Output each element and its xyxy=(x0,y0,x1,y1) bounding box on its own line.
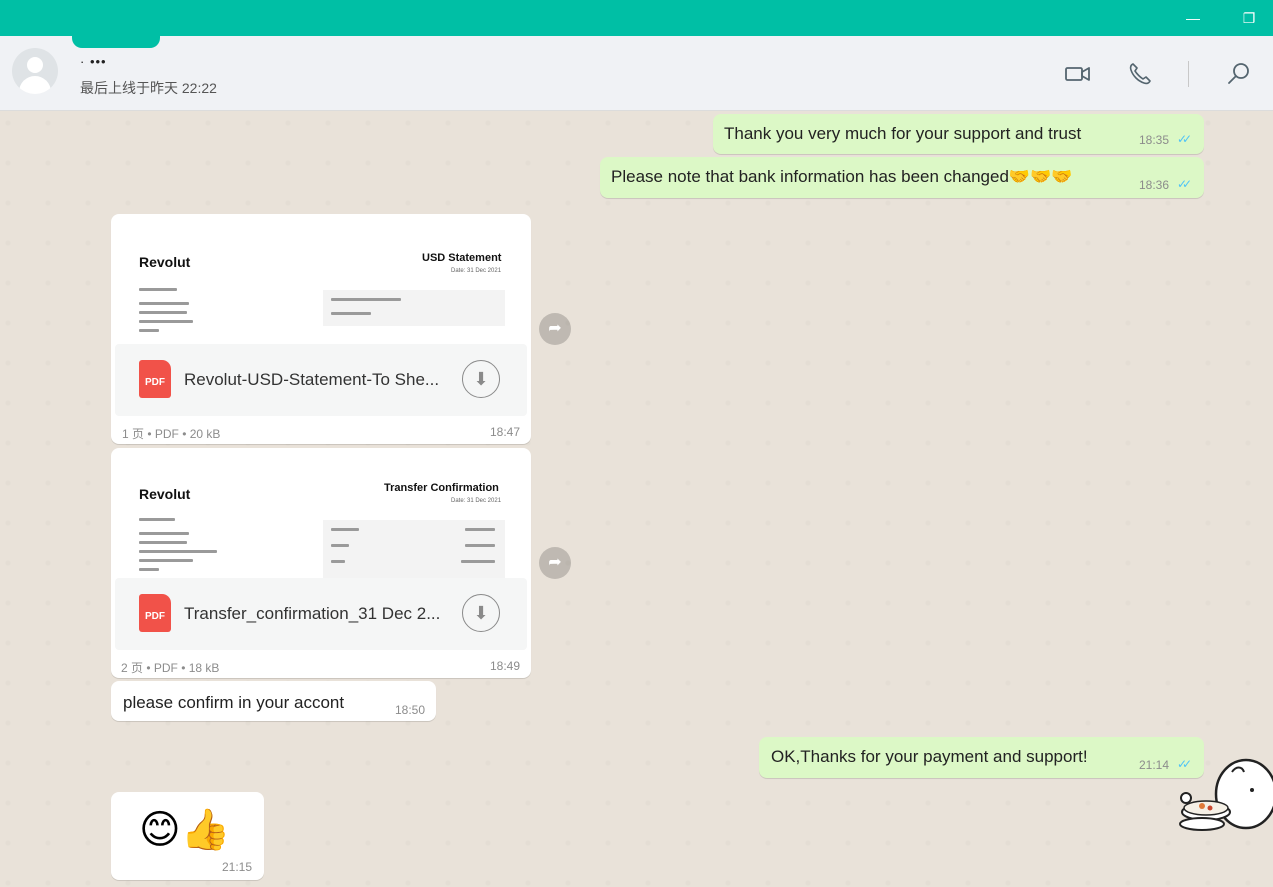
read-receipt-icon: ✓✓ xyxy=(1177,132,1192,146)
last-seen-status: 最后上线于昨天 22:22 xyxy=(80,80,217,96)
document-message[interactable]: Revolut Transfer Confirmation Date: 31 D… xyxy=(111,448,531,678)
message-time: 18:50 xyxy=(395,703,426,717)
download-icon[interactable]: ⬇ xyxy=(462,360,500,398)
message-bubble-outgoing[interactable]: Please note that bank information has be… xyxy=(600,157,1204,198)
preview-title: USD Statement xyxy=(422,252,502,264)
document-message[interactable]: Revolut USD Statement Date: 31 Dec 2021 … xyxy=(111,214,531,444)
message-bubble-outgoing[interactable]: OK,Thanks for your payment and support! … xyxy=(759,737,1204,778)
document-preview[interactable]: Revolut USD Statement Date: 31 Dec 2021 xyxy=(115,218,527,344)
preview-title: Transfer Confirmation xyxy=(384,482,499,494)
message-text: please confirm in your accont xyxy=(123,693,345,712)
message-bubble-incoming[interactable]: 😊👍 21:15 xyxy=(111,792,264,880)
forward-icon[interactable]: ➦ xyxy=(539,313,571,345)
document-file-bar[interactable]: PDF Revolut-USD-Statement-To She... ⬇ xyxy=(115,344,527,416)
message-text: Thank you very much for your support and… xyxy=(724,124,1082,143)
message-time: 21:14 xyxy=(1139,758,1170,772)
read-receipt-icon: ✓✓ xyxy=(1177,177,1192,191)
message-time: 18:36 xyxy=(1139,178,1170,192)
contact-avatar[interactable] xyxy=(12,48,58,94)
document-meta: 1 页 • PDF • 20 kB xyxy=(122,427,221,441)
pdf-file-icon: PDF xyxy=(139,594,171,632)
document-preview[interactable]: Revolut Transfer Confirmation Date: 31 D… xyxy=(115,452,527,578)
preview-date: Date: 31 Dec 2021 xyxy=(451,268,502,274)
message-time: 18:35 xyxy=(1139,133,1170,147)
window-title-bar xyxy=(0,0,1273,36)
header-separator xyxy=(1188,61,1189,87)
pdf-file-icon: PDF xyxy=(139,360,171,398)
message-time: 18:47 xyxy=(490,425,521,439)
message-time: 18:49 xyxy=(490,659,521,673)
message-text: Please note that bank information has be… xyxy=(611,167,1073,186)
document-file-bar[interactable]: PDF Transfer_confirmation_31 Dec 2... ⬇ xyxy=(115,578,527,650)
message-text: OK,Thanks for your payment and support! xyxy=(771,747,1088,766)
document-meta: 2 页 • PDF • 18 kB xyxy=(121,661,220,675)
preview-date: Date: 31 Dec 2021 xyxy=(451,498,502,504)
preview-brand: Revolut xyxy=(139,486,191,502)
message-time: 21:15 xyxy=(222,860,253,874)
sticker-image[interactable] xyxy=(1172,750,1273,834)
emoji-message: 😊👍 xyxy=(139,808,231,852)
message-bubble-outgoing[interactable]: Thank you very much for your support and… xyxy=(713,114,1204,154)
voice-call-icon[interactable] xyxy=(1126,60,1154,88)
download-icon[interactable]: ⬇ xyxy=(462,594,500,632)
document-file-name: Transfer_confirmation_31 Dec 2... xyxy=(184,604,441,623)
contact-name[interactable]: · ••• xyxy=(80,54,107,69)
preview-brand: Revolut xyxy=(139,254,191,270)
video-call-icon[interactable] xyxy=(1064,60,1092,88)
header-accent xyxy=(72,36,160,48)
restore-button[interactable]: ❐ xyxy=(1240,9,1258,27)
forward-icon[interactable]: ➦ xyxy=(539,547,571,579)
minimize-button[interactable]: — xyxy=(1184,9,1202,27)
search-icon[interactable] xyxy=(1225,60,1253,88)
message-bubble-incoming[interactable]: please confirm in your accont 18:50 xyxy=(111,681,436,721)
document-file-name: Revolut-USD-Statement-To She... xyxy=(184,370,440,389)
